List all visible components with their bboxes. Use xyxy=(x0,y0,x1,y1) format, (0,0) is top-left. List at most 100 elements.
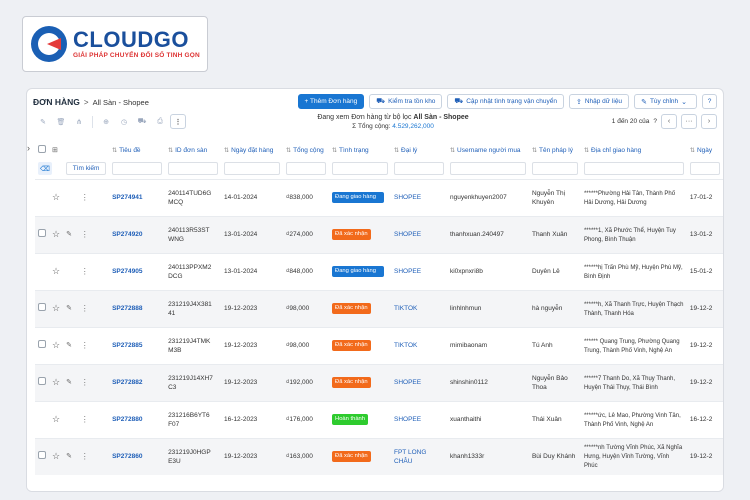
col-total-header[interactable]: ⇅ Tổng cộng xyxy=(283,141,329,159)
order-date2: 19-12-2 xyxy=(689,342,713,349)
prev-page-button[interactable]: ‹ xyxy=(661,114,677,129)
column-layout-icon[interactable]: ⊞ xyxy=(52,147,58,154)
star-icon[interactable]: ☆ xyxy=(52,303,60,313)
table-row[interactable]: ☆ ✎ ⋮ SP272880 231216B6YT6 F07 16-12-202… xyxy=(35,400,723,438)
check-stock-button[interactable]: ⛟ Kiểm tra tồn kho xyxy=(369,94,443,109)
star-icon[interactable]: ☆ xyxy=(52,377,60,387)
eraser-icon[interactable]: ⌫ xyxy=(38,162,52,176)
filter-date-input[interactable] xyxy=(224,162,281,176)
breadcrumb-filter[interactable]: All Sàn - Shopee xyxy=(93,98,149,107)
filter-agent-input[interactable] xyxy=(394,162,444,176)
table-row[interactable]: ☆ ✎ ⋮ SP272888 231219J4X381 41 19-12-202… xyxy=(35,289,723,327)
agent-link[interactable]: SHOPEE xyxy=(394,379,421,386)
filter-total-input[interactable] xyxy=(286,162,327,176)
agent-link[interactable]: SHOPEE xyxy=(394,268,421,275)
more-pages-button[interactable]: ··· xyxy=(681,114,697,129)
order-code-link[interactable]: SP272882 xyxy=(112,379,142,386)
edit-row-icon[interactable]: ✎ xyxy=(66,231,72,238)
search-button[interactable]: Tìm kiếm xyxy=(66,162,107,176)
row-menu-icon[interactable]: ⋮ xyxy=(81,267,89,276)
agent-link[interactable]: SHOPEE xyxy=(394,416,421,423)
help-button[interactable]: ? xyxy=(702,94,717,109)
truck-tool-icon[interactable]: ⛟ xyxy=(134,114,150,129)
add-order-button[interactable]: + Thêm Đơn hàng xyxy=(297,94,365,109)
import-data-button[interactable]: ⇪ Nhập dữ liệu xyxy=(568,94,630,109)
edit-icon[interactable]: ✎ xyxy=(35,114,51,129)
agent-link[interactable]: FPT LONG CHÂU xyxy=(394,449,426,465)
orders-panel: ĐƠN HÀNG > All Sàn - Shopee + Thêm Đơn h… xyxy=(26,88,724,492)
select-all-checkbox[interactable] xyxy=(38,145,46,153)
col-agent-header[interactable]: ⇅ Đại lý xyxy=(391,141,447,159)
next-page-button[interactable]: › xyxy=(701,114,717,129)
order-code-link[interactable]: SP272888 xyxy=(112,305,142,312)
update-shipping-button[interactable]: ⛟ Cập nhật tình trạng vận chuyển xyxy=(447,94,564,109)
merge-icon[interactable]: ⋔ xyxy=(71,114,87,129)
row-menu-icon[interactable]: ⋮ xyxy=(81,415,89,424)
table-row[interactable]: ☆ ✎ ⋮ SP272860 231219J0HGP E3U 19-12-202… xyxy=(35,437,723,475)
row-menu-icon[interactable]: ⋮ xyxy=(81,341,89,350)
row-checkbox[interactable] xyxy=(38,451,46,460)
star-icon[interactable]: ☆ xyxy=(52,340,60,350)
row-menu-icon[interactable]: ⋮ xyxy=(81,230,89,239)
order-id: 231219J4TMK M3B xyxy=(168,337,211,354)
filter-code-input[interactable] xyxy=(112,162,163,176)
more-actions-button[interactable]: ⋮ xyxy=(170,114,186,129)
page-title[interactable]: ĐƠN HÀNG xyxy=(33,97,80,107)
table-row[interactable]: ☆ ✎ ⋮ SP274941 240114TUD6G MCQ 14-01-202… xyxy=(35,178,723,216)
star-icon[interactable]: ☆ xyxy=(52,266,60,276)
order-code-link[interactable]: SP274941 xyxy=(112,194,142,201)
row-checkbox[interactable] xyxy=(38,229,46,237)
agent-link[interactable]: TIKTOK xyxy=(394,342,417,349)
col-legal-header[interactable]: ⇅ Tên pháp lý xyxy=(529,141,581,159)
row-menu-icon[interactable]: ⋮ xyxy=(81,378,89,387)
col-code-label: Tiêu đề xyxy=(119,146,141,154)
table-row[interactable]: ☆ ✎ ⋮ SP274905 240113PPXM2 DCG 13-01-202… xyxy=(35,252,723,290)
star-icon[interactable]: ☆ xyxy=(52,414,60,424)
table-row[interactable]: ☆ ✎ ⋮ SP272885 231219J4TMK M3B 19-12-202… xyxy=(35,326,723,364)
edit-row-icon[interactable]: ✎ xyxy=(66,342,72,349)
filter-id-input[interactable] xyxy=(168,162,219,176)
col-buyer-header[interactable]: ⇅ Username người mua xyxy=(447,141,529,159)
star-icon[interactable]: ☆ xyxy=(52,192,60,202)
row-checkbox[interactable] xyxy=(38,377,46,385)
customize-button[interactable]: ✎ Tùy chỉnh ⌄ xyxy=(634,94,697,109)
col-date-label: Ngày đặt hàng xyxy=(231,146,274,154)
col-date-header[interactable]: ⇅ Ngày đặt hàng xyxy=(221,141,283,159)
filter-buyer-input[interactable] xyxy=(449,162,526,176)
row-checkbox[interactable] xyxy=(38,340,46,348)
filter-status-input[interactable] xyxy=(332,162,388,176)
agent-link[interactable]: SHOPEE xyxy=(394,194,421,201)
agent-link[interactable]: TIKTOK xyxy=(394,305,417,312)
edit-row-icon[interactable]: ✎ xyxy=(66,379,72,386)
table-row[interactable]: ☆ ✎ ⋮ SP274920 240113R53ST WNG 13-01-202… xyxy=(35,215,723,253)
star-icon[interactable]: ☆ xyxy=(52,451,60,461)
delete-icon[interactable]: 🗑 xyxy=(53,114,69,129)
status-badge: Đã xác nhận xyxy=(332,340,371,351)
order-code-link[interactable]: SP272880 xyxy=(112,416,142,423)
filter-legal-input[interactable] xyxy=(531,162,578,176)
col-code-header[interactable]: ⇅ Tiêu đề xyxy=(109,141,165,159)
link-icon[interactable]: ⊕ xyxy=(98,114,114,129)
clock-icon[interactable]: ◷ xyxy=(116,114,132,129)
edit-row-icon[interactable]: ✎ xyxy=(66,453,72,460)
table-row[interactable]: ☆ ✎ ⋮ SP272882 231219J14XH7 C3 19-12-202… xyxy=(35,363,723,401)
col-id-header[interactable]: ⇅ ID đơn sàn xyxy=(165,141,221,159)
star-icon[interactable]: ☆ xyxy=(52,229,60,239)
edit-row-icon[interactable]: ✎ xyxy=(66,305,72,312)
row-menu-icon[interactable]: ⋮ xyxy=(81,304,89,313)
order-code-link[interactable]: SP272885 xyxy=(112,342,142,349)
row-menu-icon[interactable]: ⋮ xyxy=(81,193,89,202)
pager-count-help[interactable]: ? xyxy=(653,118,657,125)
order-code-link[interactable]: SP274905 xyxy=(112,268,142,275)
agent-link[interactable]: SHOPEE xyxy=(394,231,421,238)
col-date2-header[interactable]: ⇅ Ngày xyxy=(687,141,723,159)
col-status-header[interactable]: ⇅ Tình trạng xyxy=(329,141,391,159)
order-code-link[interactable]: SP272860 xyxy=(112,453,142,460)
row-checkbox[interactable] xyxy=(38,303,46,311)
order-code-link[interactable]: SP274920 xyxy=(112,231,142,238)
col-address-header[interactable]: ⇅ Địa chỉ giao hàng xyxy=(581,141,687,159)
filter-date2-input[interactable] xyxy=(689,162,720,176)
print-icon[interactable]: ⎙ xyxy=(152,114,168,129)
row-menu-icon[interactable]: ⋮ xyxy=(81,452,89,461)
filter-address-input[interactable] xyxy=(583,162,684,176)
